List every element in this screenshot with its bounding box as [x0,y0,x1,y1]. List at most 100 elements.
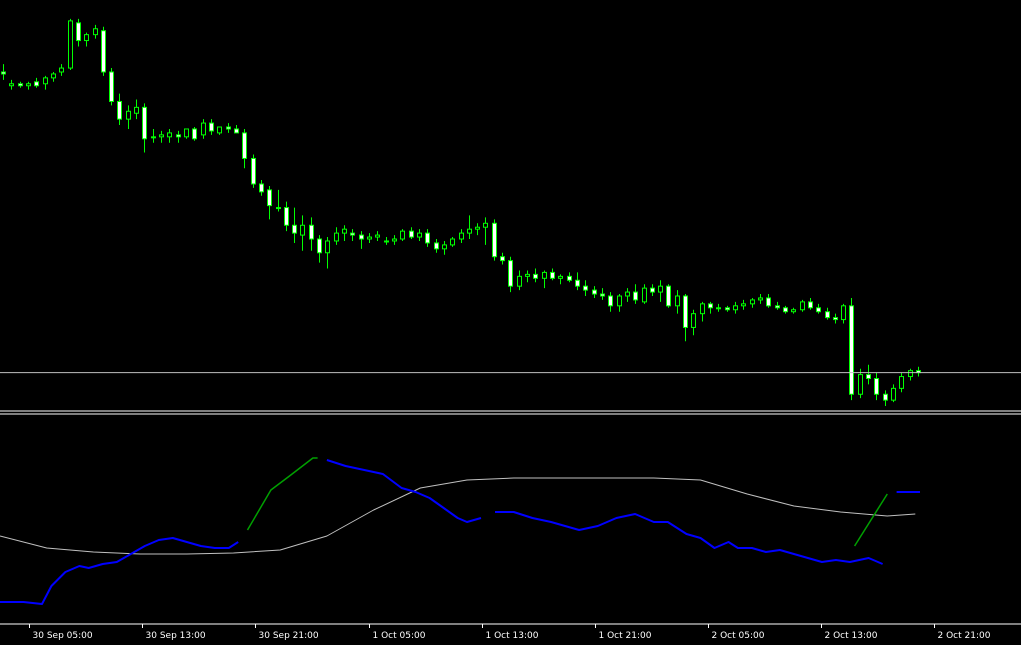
candle-body-bear [633,291,638,301]
candle-body-bull [716,307,721,310]
candle [192,127,197,141]
candle-body-bear [76,22,81,42]
time-tick-label: 2 Oct 05:00 [712,631,765,641]
candle-body-bear [508,260,513,287]
candle-body-bull [800,301,805,311]
candle-body-bull [733,305,738,311]
candle-body-bull [483,222,488,228]
candle-body-bear [359,234,364,240]
candle-body-bear [192,128,197,140]
candle-body-bear [500,256,505,262]
candle-body-bear [592,289,597,295]
candle-body-bear [434,242,439,250]
candle [666,284,671,308]
candle-body-bull [43,77,48,85]
chart-canvas: 30 Sep 05:00 30 Sep 13:00 30 Sep 21:00 1 Oc… [0,0,1021,645]
candle-body-bull [625,291,630,297]
candle-body-bear [666,285,671,307]
candle-body-bear [725,307,730,311]
candle-body-bear [267,189,272,207]
candle-body-bull [475,226,480,230]
candle [800,299,805,312]
candle-body-bear [284,207,289,226]
candle-body-bear [866,374,871,380]
candle-body-bull [400,230,405,240]
candle-body-bear [117,100,122,120]
candle-body-bear [874,378,879,395]
candle-body-bull [741,303,746,307]
time-tick-label: 30 Sep 05:00 [33,631,93,641]
candle-body-bull [276,207,281,210]
candle-body-bull [51,73,56,79]
candle-body-bull [517,275,522,287]
candle-body-bull [750,299,755,305]
candle-body-bull [375,234,380,238]
time-tick-label: 2 Oct 21:00 [938,631,991,641]
candle-body-bull [342,228,347,234]
candle-body-bear [567,275,572,281]
candle-body-bear [816,307,821,313]
candle-body-bull [658,285,663,293]
time-tick-label: 30 Sep 21:00 [259,631,319,641]
candle-body-bull [325,240,330,254]
candle-body-bear [101,30,106,73]
candle [101,26,106,76]
candle [68,18,73,71]
candle-body-bull [841,305,846,321]
candle-body-bull [417,232,422,238]
candle-body-bear [1,71,6,75]
candle-body-bull [367,236,372,240]
time-tick-label: 30 Sep 13:00 [146,631,206,641]
candle-body-bear [683,295,688,328]
candle-body-bull [184,128,189,138]
candle-body-bull [908,370,913,378]
candle-body-bull [758,297,763,301]
candle-body-bear [259,183,264,193]
candle-body-bear [550,271,555,279]
candle-body-bear [234,128,239,134]
candle-body-bear [533,273,538,279]
time-tick-label: 1 Oct 21:00 [599,631,652,641]
candle [400,229,405,241]
candle [109,68,114,106]
candle-body-bear [34,81,39,87]
candle-body-bull [93,28,98,36]
candle-body-bull [26,83,31,87]
candle-body-bull [9,83,14,87]
candle-body-bull [675,295,680,307]
candle-body-bull [201,122,206,136]
candle-body-bull [126,110,131,120]
candle-body-bull [84,34,89,42]
candle-body-bull [617,295,622,307]
candle-body-bull [691,313,696,328]
candle-body-bear [176,134,181,138]
time-tick-label: 1 Oct 13:00 [486,631,539,641]
candle-body-bear [251,157,256,185]
candle [492,219,497,261]
candle-body-bear [708,303,713,309]
candle-body-bull [858,374,863,395]
candle-body-bear [409,230,414,238]
time-tick-label: 2 Oct 13:00 [825,631,878,641]
candle-body-bear [575,279,580,287]
candle-body-bear [242,132,247,159]
candle-body-bear [492,222,497,258]
candle [184,128,189,139]
candle-body-bear [425,232,430,244]
chart-background [0,0,1021,645]
candle-body-bull [558,275,563,279]
candle-body-bull [151,136,156,139]
candle-body-bear [883,393,888,401]
candle [849,297,854,401]
candle-body-bear [849,305,854,395]
candle-body-bear [109,71,114,102]
candle-body-bull [167,132,172,138]
candle-body-bull [891,387,896,401]
candle-body-bear [583,285,588,291]
candle-body-bear [766,297,771,307]
time-tick-label: 1 Oct 05:00 [373,631,426,641]
candle-body-bull [791,309,796,313]
candle-body-bear [783,307,788,313]
candle-body-bull [899,376,904,389]
candle-body-bull [334,232,339,242]
